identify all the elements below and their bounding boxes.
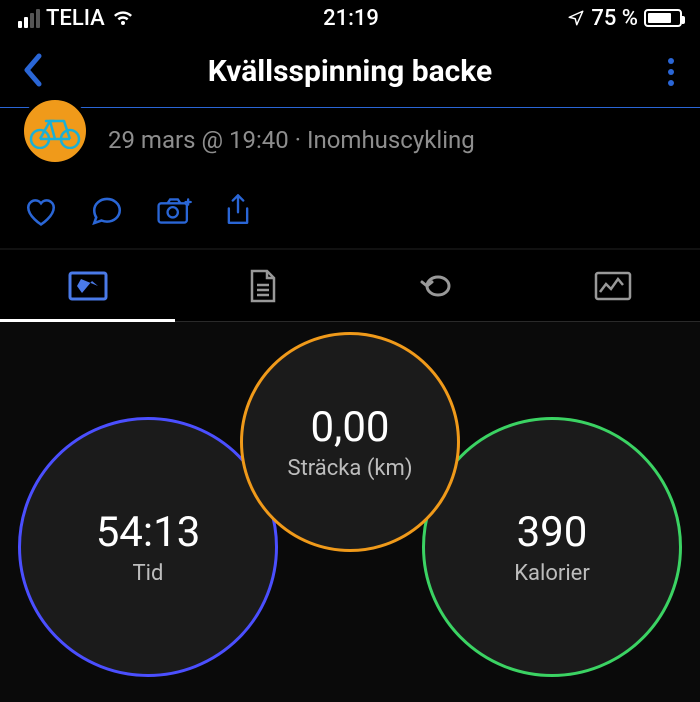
battery-icon — [644, 9, 682, 27]
tab-laps[interactable] — [350, 250, 525, 321]
metric-time[interactable]: 54:13 Tid — [18, 417, 278, 677]
carrier-label: TELIA — [46, 6, 105, 31]
activity-avatar[interactable] — [20, 96, 90, 166]
metric-calories-value: 390 — [517, 508, 588, 557]
metric-distance-value: 0,00 — [310, 403, 389, 452]
metric-calories[interactable]: 390 Kalorier — [422, 417, 682, 677]
page-title: Kvällsspinning backe — [0, 54, 700, 89]
tab-bar — [0, 250, 700, 322]
tab-details[interactable] — [175, 250, 350, 321]
metric-distance[interactable]: 0,00 Sträcka (km) — [240, 332, 460, 552]
nav-bar: Kvällsspinning backe — [0, 36, 700, 108]
metric-time-label: Tid — [133, 561, 164, 586]
photo-button[interactable] — [156, 196, 192, 226]
metric-calories-label: Kalorier — [514, 561, 590, 586]
metrics-panel: 54:13 Tid 390 Kalorier 0,00 Sträcka (km) — [0, 322, 700, 702]
activity-meta: 29 mars @ 19:40 · Inomhuscykling — [108, 126, 475, 154]
action-row — [0, 186, 700, 250]
signal-icon — [18, 9, 40, 28]
battery-percent: 75 % — [591, 6, 638, 31]
tab-overview[interactable] — [0, 250, 175, 321]
clock: 21:19 — [323, 6, 379, 31]
tab-charts[interactable] — [525, 250, 700, 321]
comment-button[interactable] — [90, 196, 124, 226]
more-menu-button[interactable] — [660, 50, 682, 94]
wifi-icon — [111, 9, 135, 27]
metric-time-value: 54:13 — [96, 508, 201, 557]
status-left: TELIA — [18, 6, 135, 31]
status-right: 75 % — [567, 6, 682, 31]
metric-distance-label: Sträcka (km) — [288, 456, 413, 481]
share-button[interactable] — [224, 194, 252, 228]
like-button[interactable] — [24, 196, 58, 226]
status-bar: TELIA 21:19 75 % — [0, 0, 700, 36]
back-button[interactable] — [14, 45, 52, 99]
location-icon — [567, 9, 585, 27]
activity-header: 29 mars @ 19:40 · Inomhuscykling — [0, 108, 700, 186]
